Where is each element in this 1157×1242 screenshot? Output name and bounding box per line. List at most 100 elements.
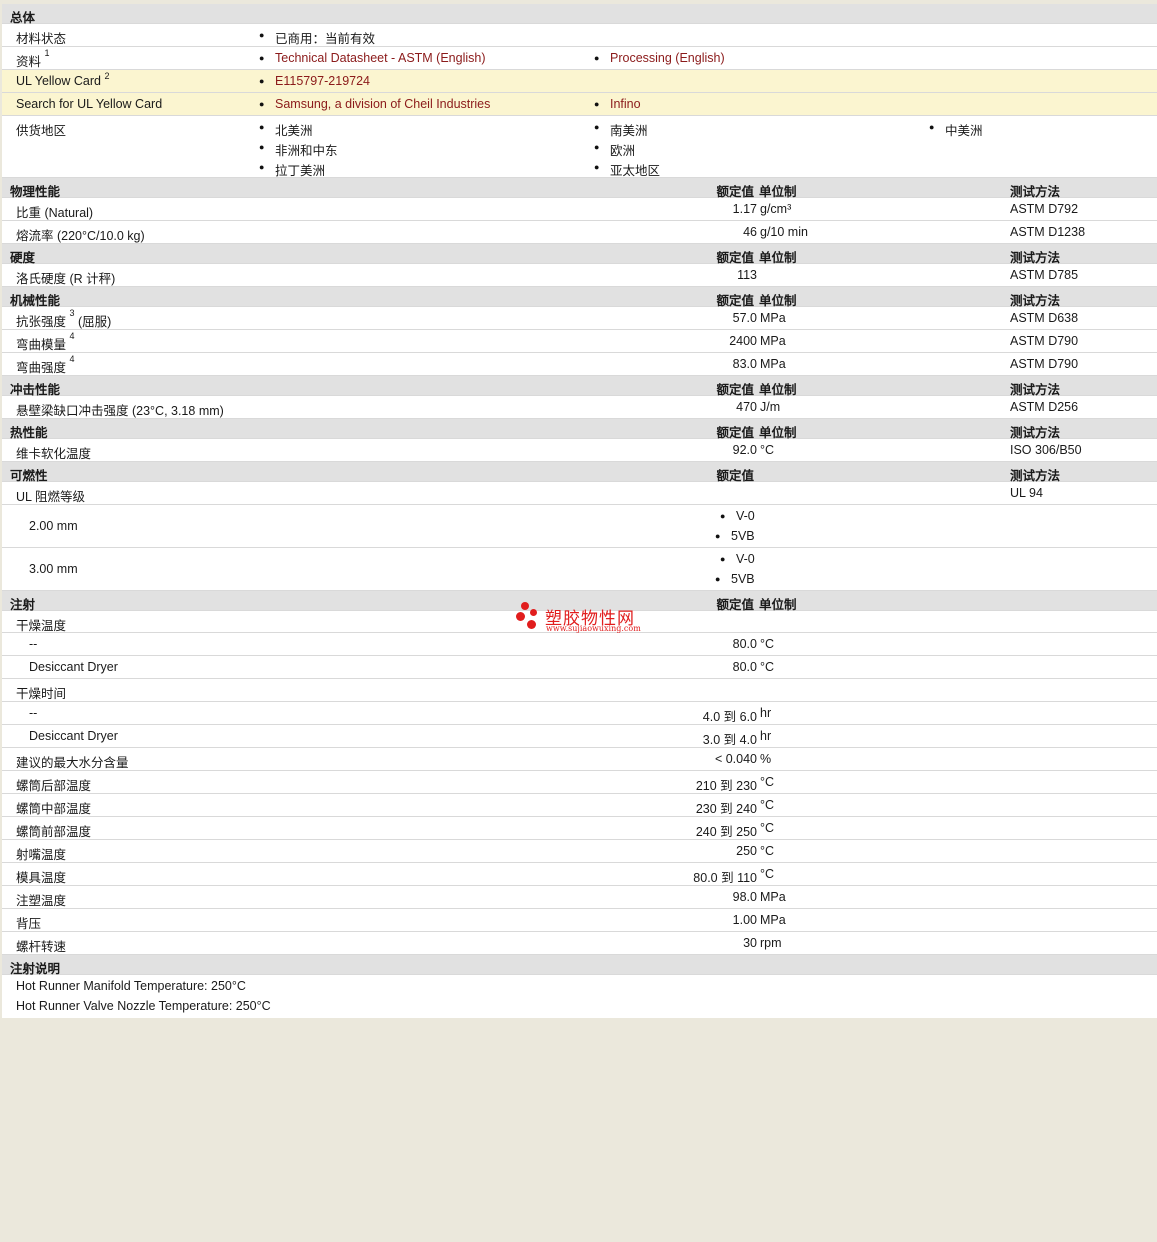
region-item: 欧洲	[594, 140, 635, 159]
property-value: 250	[736, 844, 757, 858]
property-label: Desiccant Dryer	[29, 660, 118, 674]
section-notes-header: 注射说明	[2, 955, 1157, 976]
property-label: 干燥温度	[16, 619, 67, 633]
notes-block: Hot Runner Manifold Temperature: 250°C H…	[2, 975, 1157, 1018]
property-unit: °C	[760, 443, 775, 457]
property-value: 3.0 到 4.0	[702, 733, 757, 747]
region-item: 南美洲	[594, 120, 647, 139]
property-method: ISO 306/B50	[1010, 443, 1082, 457]
property-row: -- 80.0 °C	[2, 633, 1157, 656]
ul-yellow-card-row: UL Yellow Card 2 E115797-219724	[2, 70, 1157, 93]
property-value: 80.0	[732, 637, 757, 651]
datasheet: 总体 材料状态 已商用：当前有效 资料 1 Technical Datashee…	[2, 4, 1157, 1018]
property-value: 1.17	[732, 202, 757, 216]
property-row: 维卡软化温度 92.0 °C ISO 306/B50	[2, 439, 1157, 462]
property-method: ASTM D785	[1010, 268, 1079, 282]
property-label: 螺杆转速	[16, 940, 67, 954]
property-row: 3.00 mm V-0 5VB	[2, 548, 1157, 591]
property-value: 113	[737, 268, 757, 282]
logo-dot	[521, 602, 529, 610]
property-unit: °C	[760, 844, 775, 858]
property-row: 悬壁梁缺口冲击强度 (23°C, 3.18 mm) 470 J/m ASTM D…	[2, 396, 1157, 419]
property-label: 螺筒后部温度	[16, 779, 92, 793]
property-value: 470	[736, 400, 757, 414]
property-method: UL 94	[1010, 486, 1043, 500]
property-method: ASTM D790	[1010, 334, 1079, 348]
property-unit: J/m	[760, 400, 781, 414]
property-unit: MPa	[760, 890, 786, 904]
row-label: 材料状态	[16, 32, 67, 46]
supply-region-row: 供货地区 北美洲 南美洲 中美洲 非洲和中东 欧洲 拉丁美洲 亚太地区	[2, 116, 1157, 178]
property-label: 洛氏硬度 (R 计秤)	[16, 272, 116, 286]
section-general-header: 总体	[2, 4, 1157, 25]
note-line: Hot Runner Manifold Temperature: 250°C	[16, 979, 246, 993]
section-physical-header: 物理性能 额定值 单位制 测试方法	[2, 178, 1157, 199]
samsung-link[interactable]: Samsung, a division of Cheil Industries	[259, 97, 490, 111]
property-row: UL 阻燃等级 UL 94	[2, 482, 1157, 505]
documents-row: 资料 1 Technical Datasheet - ASTM (English…	[2, 47, 1157, 70]
property-method: ASTM D792	[1010, 202, 1079, 216]
property-row: 注塑温度 98.0 MPa	[2, 886, 1157, 909]
region-item: 北美洲	[259, 120, 312, 139]
property-label: Desiccant Dryer	[29, 729, 118, 743]
property-row: 比重 (Natural) 1.17 g/cm³ ASTM D792	[2, 198, 1157, 221]
property-unit: °C	[760, 821, 775, 835]
property-row: 模具温度 80.0 到 110 °C	[2, 863, 1157, 886]
property-method: ASTM D256	[1010, 400, 1079, 414]
property-unit: hr	[760, 729, 772, 743]
property-value: 1.00	[732, 913, 757, 927]
row-label: 资料 1	[16, 48, 50, 69]
property-label: 背压	[16, 917, 42, 931]
property-unit: hr	[760, 706, 772, 720]
infino-link[interactable]: Infino	[594, 97, 640, 111]
rating-value: V-0	[720, 509, 755, 523]
property-unit: °C	[760, 867, 775, 881]
processing-doc-link[interactable]: Processing (English)	[594, 51, 725, 65]
region-item: 拉丁美洲	[259, 160, 325, 179]
note-line: Hot Runner Valve Nozzle Temperature: 250…	[16, 999, 271, 1013]
property-unit: °C	[760, 775, 775, 789]
section-flammability-header: 可燃性 额定值 测试方法	[2, 462, 1157, 483]
technical-datasheet-link[interactable]: Technical Datasheet - ASTM (English)	[259, 51, 485, 65]
property-unit: MPa	[760, 913, 786, 927]
property-value: 57.0	[732, 311, 757, 325]
section-thermal-header: 热性能 额定值 单位制 测试方法	[2, 419, 1157, 440]
property-unit: MPa	[760, 357, 786, 371]
property-value: 83.0	[732, 357, 757, 371]
property-row: 螺杆转速 30 rpm	[2, 932, 1157, 955]
property-row: 抗张强度 3 (屈服) 57.0 MPa ASTM D638	[2, 307, 1157, 330]
region-item: 亚太地区	[594, 160, 660, 179]
property-label: 2.00 mm	[29, 519, 78, 533]
property-label: 螺筒前部温度	[16, 825, 92, 839]
property-label: 熔流率 (220°C/10.0 kg)	[16, 229, 145, 243]
property-row: 熔流率 (220°C/10.0 kg) 46 g/10 min ASTM D12…	[2, 221, 1157, 244]
property-unit: °C	[760, 637, 775, 651]
property-label: --	[29, 637, 38, 651]
property-method: ASTM D638	[1010, 311, 1079, 325]
logo-dot	[530, 609, 537, 616]
property-unit: °C	[760, 660, 775, 674]
property-label: 螺筒中部温度	[16, 802, 92, 816]
property-row: 2.00 mm V-0 5VB	[2, 505, 1157, 548]
row-label: 供货地区	[16, 124, 67, 138]
property-value: 2400	[729, 334, 757, 348]
property-unit: rpm	[760, 936, 782, 950]
property-value: 30	[743, 936, 757, 950]
property-label: 射嘴温度	[16, 848, 67, 862]
logo-dot	[527, 620, 536, 629]
status-value: 已商用：当前有效	[259, 28, 375, 47]
property-value: 46	[743, 225, 757, 239]
property-unit: g/cm³	[760, 202, 792, 216]
property-label: 模具温度	[16, 871, 67, 885]
section-mechanical-header: 机械性能 额定值 单位制 测试方法	[2, 287, 1157, 308]
material-status-row: 材料状态 已商用：当前有效	[2, 24, 1157, 47]
property-value: 80.0 到 110	[693, 871, 757, 885]
ul-yellow-card-link[interactable]: E115797-219724	[259, 74, 370, 88]
property-row: 洛氏硬度 (R 计秤) 113 ASTM D785	[2, 264, 1157, 287]
property-unit: MPa	[760, 334, 786, 348]
rating-value: 5VB	[715, 572, 754, 586]
property-row: 螺筒前部温度 240 到 250 °C	[2, 817, 1157, 840]
property-row: 干燥时间	[2, 679, 1157, 702]
logo-dot	[516, 612, 525, 621]
row-label: UL Yellow Card 2	[16, 71, 110, 88]
